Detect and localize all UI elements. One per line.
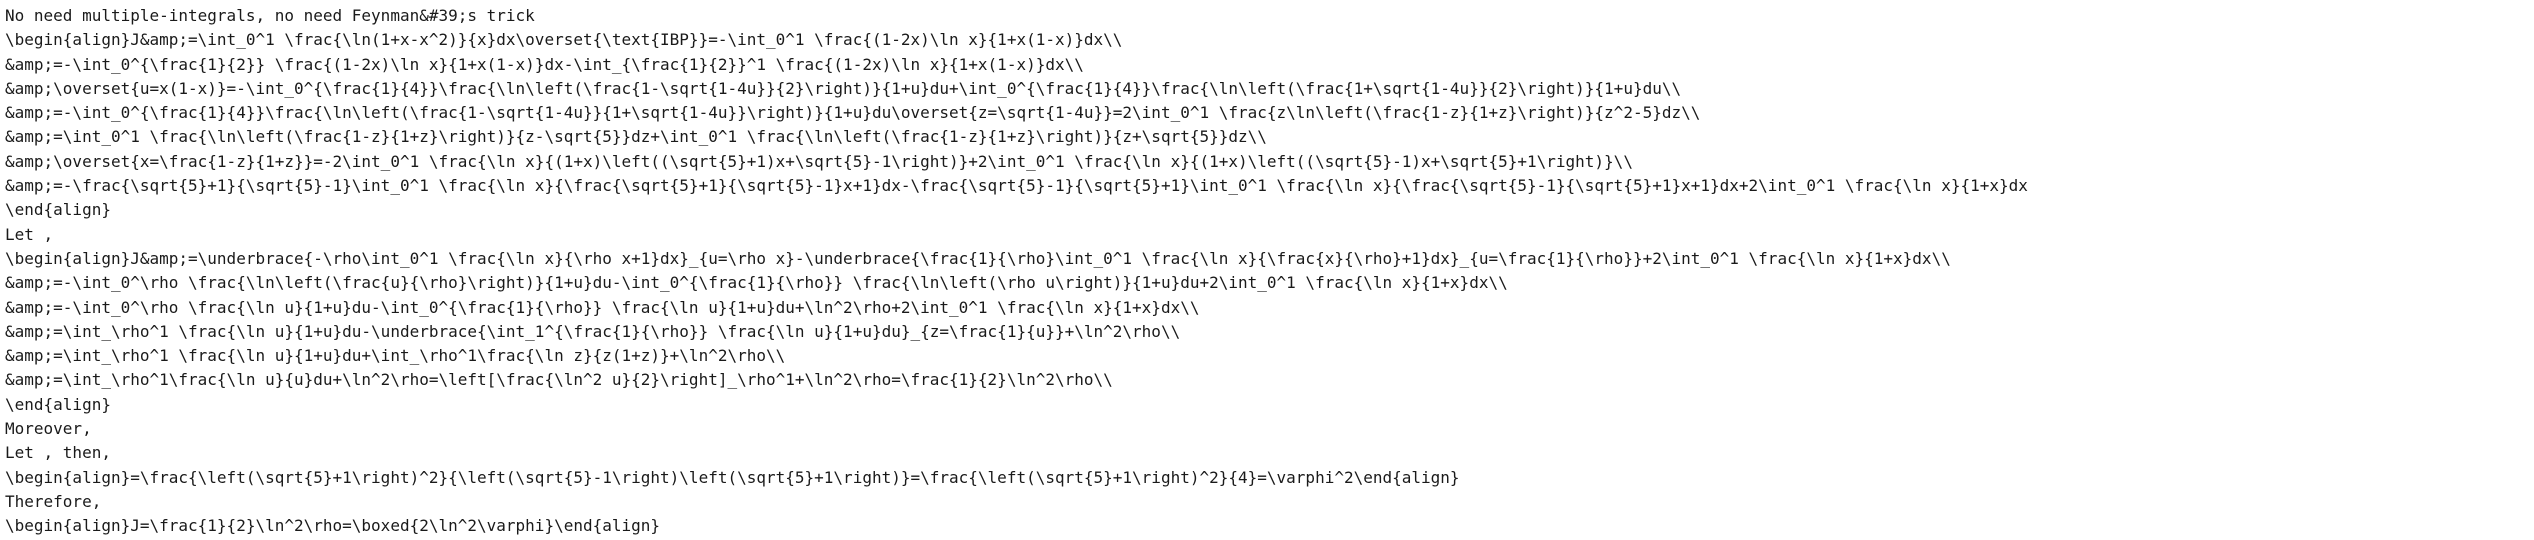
text-line: \end{align} <box>5 200 111 220</box>
text-line: &amp;\overset{u=x(1-x)}=-\int_0^{\frac{1… <box>5 78 1682 98</box>
text-line: No need multiple-integrals, no need Feyn… <box>5 6 535 25</box>
text-line: &amp;=\int_\rho^1\frac{\ln u}{u}du+\ln^2… <box>5 370 1113 390</box>
text-line: &amp;=\int_\rho^1 \frac{\ln u}{1+u}du-\u… <box>5 321 1181 341</box>
text-line: &amp;=-\int_0^{\frac{1}{2}} \frac{(1-2x)… <box>5 54 1084 74</box>
text-line: \begin{align}J&amp;=\underbrace{-\rho\in… <box>5 248 1951 268</box>
text-line: \end{align} <box>5 394 111 414</box>
text-line: \begin{align}J=\frac{1}{2}\ln^2\rho=\box… <box>5 516 661 536</box>
text-line: &amp;=\int_\rho^1 \frac{\ln u}{1+u}du+\i… <box>5 346 786 366</box>
text-line: &amp;=-\frac{\sqrt{5}+1}{\sqrt{5}-1}\int… <box>5 176 2028 196</box>
text-line: Let , <box>5 224 54 244</box>
text-line: &amp;=-\int_0^\rho \frac{\ln\left(\frac{… <box>5 273 1508 293</box>
latex-source-document: No need multiple-integrals, no need Feyn… <box>5 4 2529 539</box>
text-line: Let , then, <box>5 443 111 463</box>
text-line: &amp;=-\int_0^{\frac{1}{4}}\frac{\ln\lef… <box>5 103 1701 123</box>
text-line: \begin{align}J&amp;=\int_0^1 \frac{\ln(1… <box>5 30 1123 50</box>
text-line: &amp;=\int_0^1 \frac{\ln\left(\frac{1-z}… <box>5 127 1267 147</box>
text-line: Moreover, <box>5 419 92 439</box>
text-line: &amp;=-\int_0^\rho \frac{\ln u}{1+u}du-\… <box>5 297 1200 317</box>
text-line: &amp;\overset{x=\frac{1-z}{1+z}}=-2\int_… <box>5 151 1633 171</box>
text-line: Therefore, <box>5 491 102 511</box>
text-line: \begin{align}=\frac{\left(\sqrt{5}+1\rig… <box>5 467 1460 487</box>
